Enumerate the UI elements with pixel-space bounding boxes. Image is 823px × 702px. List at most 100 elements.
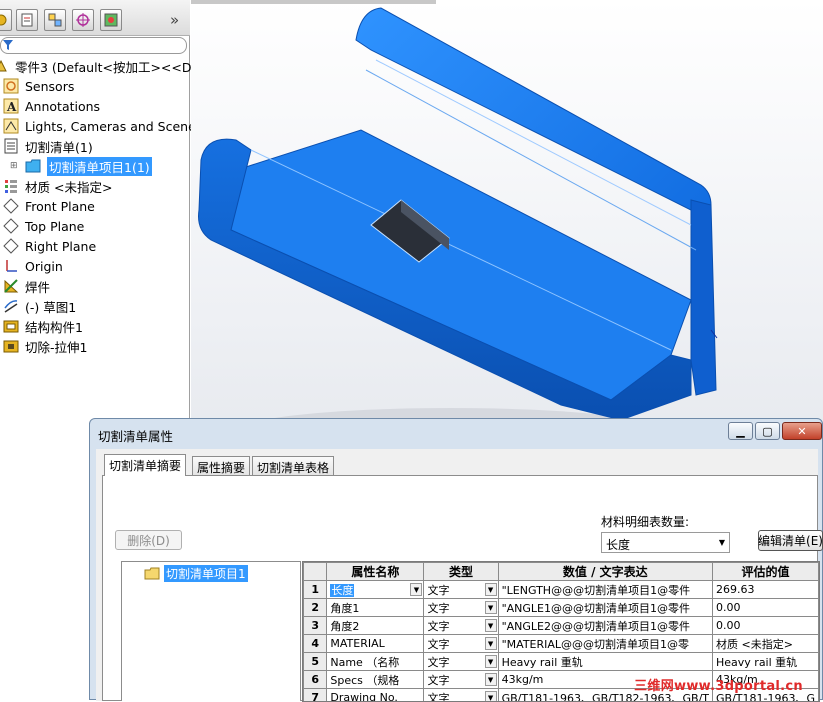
type-cell[interactable]: 文字▼ <box>424 671 498 689</box>
row-number: 1 <box>304 581 327 599</box>
maximize-button[interactable]: ▢ <box>755 422 780 440</box>
tab-cut-list-summary[interactable]: 切割清单摘要 <box>104 454 186 476</box>
sketch-icon <box>2 298 20 315</box>
value-expression-cell[interactable]: Heavy rail 重轨 <box>498 653 712 671</box>
folder-icon <box>144 567 160 580</box>
filter-funnel-icon <box>3 40 13 50</box>
type-cell[interactable]: 文字▼ <box>424 599 498 617</box>
tree-item-label: 零件3 (Default<按加工><<Defa <box>15 57 211 76</box>
table-header-row: 属性名称 类型 数值 / 文字表达 评估的值 <box>304 563 819 581</box>
type-cell[interactable]: 文字▼ <box>424 653 498 671</box>
minimize-button[interactable]: ▁ <box>728 422 753 440</box>
row-number-text: 5 <box>311 655 319 668</box>
delete-button[interactable]: 删除(D) <box>115 530 182 550</box>
property-name-cell[interactable]: 角度1 <box>327 599 424 617</box>
weldment-icon <box>2 278 20 295</box>
crosshair-icon <box>76 13 90 27</box>
type-cell[interactable]: 文字▼ <box>424 617 498 635</box>
feature-tree-tab[interactable] <box>0 9 12 31</box>
tree-item-front-plane[interactable]: Front Plane <box>2 196 95 216</box>
tree-item-lights[interactable]: Lights, Cameras and Scene <box>2 116 196 136</box>
tree-item-cut-list-item[interactable]: ⊞ 切割清单项目1(1) <box>10 156 152 176</box>
dialog-titlebar[interactable]: 切割清单属性 ▁ ▢ ✕ <box>90 419 822 447</box>
extruded-cut-icon <box>2 338 20 355</box>
bom-quantity-select[interactable]: 长度 ▼ <box>601 532 730 553</box>
tree-item-sensors[interactable]: Sensors <box>2 76 74 96</box>
filter-input[interactable] <box>0 37 187 54</box>
table-row[interactable]: 3角度2文字▼"ANGLE2@@@切割清单项目1@零件0.00 <box>304 617 819 635</box>
minimize-icon: ▁ <box>736 425 744 438</box>
cut-list-item-node[interactable]: 切割清单项目1 <box>144 565 248 582</box>
cut-list-item-tree: 切割清单项目1 <box>121 561 301 701</box>
tree-item-annotations[interactable]: A Annotations <box>2 96 100 116</box>
property-name-cell[interactable]: Specs （规格 <box>327 671 424 689</box>
tree-item-structural-member[interactable]: 结构构件1 <box>2 316 83 336</box>
tree-item-right-plane[interactable]: Right Plane <box>2 236 96 256</box>
property-name-cell[interactable]: Name （名称 <box>327 653 424 671</box>
dropdown-arrow-icon[interactable]: ▼ <box>485 583 497 596</box>
column-header-property-name: 属性名称 <box>327 563 424 581</box>
cut-list-item-label: 切割清单项目1 <box>164 565 248 582</box>
row-number: 4 <box>304 635 327 653</box>
dimxpert-manager-tab[interactable] <box>72 9 94 31</box>
evaluated-value-cell-text: Heavy rail 重轨 <box>716 656 797 669</box>
tree-item-weldment[interactable]: 焊件 <box>2 276 50 296</box>
dropdown-arrow-icon[interactable]: ▼ <box>485 637 497 650</box>
dialog-body: 切割清单摘要 属性摘要 切割清单表格 删除(D) 材料明细表数量: 长度 ▼ 编… <box>96 449 818 701</box>
dropdown-arrow-icon[interactable]: ▼ <box>485 673 497 686</box>
tree-item-material[interactable]: 材质 <未指定> <box>2 176 112 196</box>
value-expression-cell[interactable]: "ANGLE1@@@切割清单项目1@零件 <box>498 599 712 617</box>
value-expression-cell[interactable]: "LENGTH@@@切割清单项目1@零件 <box>498 581 712 599</box>
value-expression-cell[interactable]: "MATERIAL@@@切割清单项目1@零 <box>498 635 712 653</box>
close-button[interactable]: ✕ <box>782 422 822 440</box>
structural-member-icon <box>2 318 20 335</box>
display-manager-tab[interactable] <box>100 9 122 31</box>
row-number: 5 <box>304 653 327 671</box>
type-cell[interactable]: 文字▼ <box>424 581 498 599</box>
value-expression-cell-text: "MATERIAL@@@切割清单项目1@零 <box>502 638 689 651</box>
table-row[interactable]: 4MATERIAL文字▼"MATERIAL@@@切割清单项目1@零材质 <未指定… <box>304 635 819 653</box>
dropdown-arrow-icon[interactable]: ▼ <box>485 601 497 614</box>
configuration-manager-icon <box>48 13 62 27</box>
material-icon <box>2 178 20 195</box>
property-name-cell[interactable]: MATERIAL <box>327 635 424 653</box>
value-expression-cell-text: 43kg/m <box>502 673 544 686</box>
value-expression-cell-text: "ANGLE1@@@切割清单项目1@零件 <box>502 602 690 615</box>
tab-property-summary[interactable]: 属性摘要 <box>192 456 250 475</box>
dropdown-arrow-icon[interactable]: ▼ <box>485 691 497 702</box>
tree-item-origin[interactable]: Origin <box>2 256 63 276</box>
table-row[interactable]: 1长度▼文字▼"LENGTH@@@切割清单项目1@零件 269.63 <box>304 581 819 599</box>
tree-item-cut-list[interactable]: 切割清单(1) <box>2 136 93 156</box>
evaluated-value-cell-text: 269.63 <box>716 583 755 596</box>
close-icon: ✕ <box>797 425 806 438</box>
dropdown-arrow-icon[interactable]: ▼ <box>410 583 422 596</box>
tree-item-sketch[interactable]: (-) 草图1 <box>2 296 76 316</box>
type-cell[interactable]: 文字▼ <box>424 635 498 653</box>
configuration-manager-tab[interactable] <box>44 9 66 31</box>
feature-manager-tabs: » <box>0 0 190 36</box>
tree-item-label: (-) 草图1 <box>25 297 76 316</box>
table-row[interactable]: 5Name （名称文字▼Heavy rail 重轨Heavy rail 重轨 <box>304 653 819 671</box>
chevron-right-icon[interactable]: » <box>170 11 179 29</box>
dropdown-arrow-icon[interactable]: ▼ <box>485 619 497 632</box>
property-name-cell[interactable]: 角度2 <box>327 617 424 635</box>
property-manager-tab[interactable] <box>16 9 38 31</box>
table-row[interactable]: 2角度1文字▼"ANGLE1@@@切割清单项目1@零件0.00 <box>304 599 819 617</box>
column-header-value-expression: 数值 / 文字表达 <box>498 563 712 581</box>
dropdown-arrow-icon[interactable]: ▼ <box>485 655 497 668</box>
edit-list-button[interactable]: 编辑清单(E) <box>758 530 823 551</box>
property-name-cell-text: 角度2 <box>330 620 359 633</box>
property-name-cell[interactable]: 长度▼ <box>327 581 424 599</box>
corner-cell <box>304 563 327 581</box>
expand-plus-icon[interactable]: ⊞ <box>10 161 24 171</box>
tree-item-part[interactable]: 零件3 (Default<按加工><<Defa <box>0 56 211 76</box>
tree-item-extruded-cut[interactable]: 切除-拉伸1 <box>2 336 87 356</box>
bom-quantity-value: 长度 <box>606 538 630 552</box>
value-expression-cell[interactable]: "ANGLE2@@@切割清单项目1@零件 <box>498 617 712 635</box>
value-expression-cell-text: "ANGLE2@@@切割清单项目1@零件 <box>502 620 690 633</box>
tab-cut-list-table[interactable]: 切割清单表格 <box>252 456 334 475</box>
tree-item-top-plane[interactable]: Top Plane <box>2 216 84 236</box>
property-name-cell-text: MATERIAL <box>330 637 384 650</box>
evaluated-value-cell: 0.00 <box>713 599 819 617</box>
origin-icon <box>2 258 20 275</box>
